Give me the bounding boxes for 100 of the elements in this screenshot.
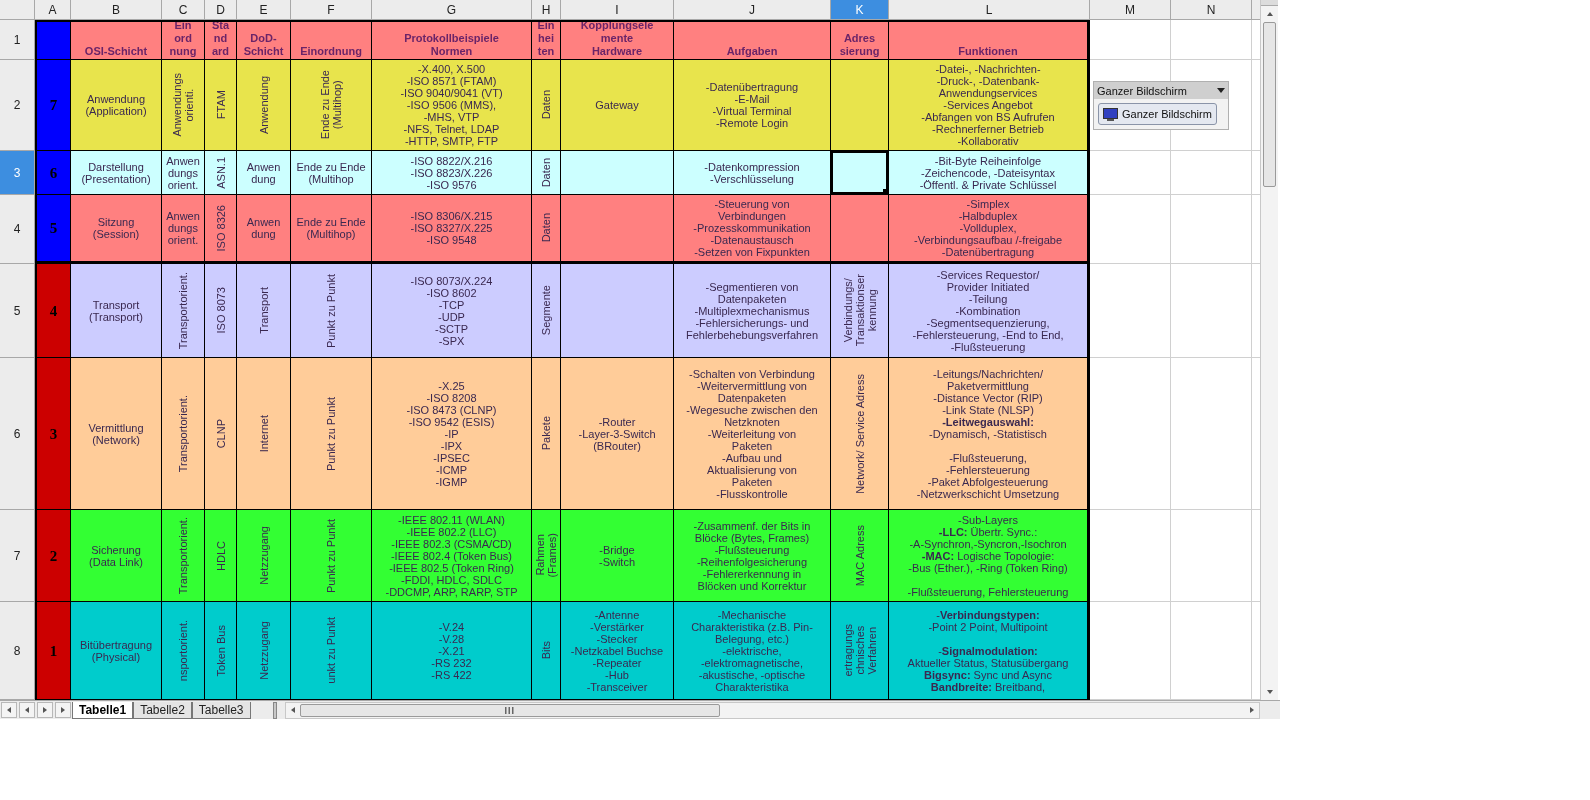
table-cell: Kopplungsele mente Hardware: [561, 20, 674, 60]
sheet-tab[interactable]: Tabelle1: [72, 702, 134, 719]
sheet-nav-button[interactable]: [1, 702, 17, 718]
caret-icon[interactable]: [1217, 88, 1225, 93]
table-cell: -Leitungs/Nachrichten/ Paketvermittlung -Distance Vector (RIP) -Link State (NLSP) -Leitwegauswahl: -Dynamisch, -Statistisch -Flußsteuerung, -Fehlersteuerung -Paket Abfolgesteuerung -Netzwerkschicht Umsetzung: [889, 358, 1090, 510]
table-cell: -Mechanische Charakteristika (z.B. Pin- Belegung, etc.) -elektrische, -elektromagnetische, -akustische, -optische Charakteristika: [674, 602, 831, 700]
table-cell: Gateway: [561, 60, 674, 151]
sheet-tab[interactable]: Tabelle3: [191, 702, 251, 719]
row-header[interactable]: 7: [0, 510, 35, 602]
column-header[interactable]: H: [532, 0, 561, 20]
toolbar-title: Ganzer Bildschirm: [1097, 84, 1187, 97]
table-cell: Adres sierung: [831, 20, 889, 60]
table-cell: Sta nd ard: [205, 20, 237, 60]
scroll-thumb[interactable]: [1263, 22, 1276, 187]
table-cell: -Schalten von Verbindung -Weitervermittlung von Datenpaketen -Wegesuche zwischen den Netzknoten -Weiterleitung von Paketen -Aufbau und Aktualisierung von Paketen -Flusskontrolle: [674, 358, 831, 510]
table-cell: Funktionen: [889, 20, 1090, 60]
table-cell: nsportorient.: [162, 602, 205, 700]
column-header[interactable]: G: [372, 0, 532, 20]
table-cell: Rahmen (Frames): [532, 510, 561, 602]
table-cell: -Sub-Layers -LLC: Übertr. Sync.: -A-Synchron,-Syncron,-Isochron -MAC: Logische Topologie: -Bus (Ether.), -Ring (Token Ring) -Flußsteuerung, Fehlersteuerung: [889, 510, 1090, 602]
table-cell: ertragungs chnisches Verfahren: [831, 602, 889, 700]
sheet-tab[interactable]: Tabelle2: [133, 702, 192, 719]
table-cell: ASN.1: [205, 151, 237, 195]
table-cell: -Simplex -Halbduplex -Vollduplex, -Verbindungsaufbau /-freigabe -Datenübertragung: [889, 195, 1090, 264]
vertical-scrollbar[interactable]: [1260, 0, 1278, 700]
table-cell: Protokollbeispiele Normen: [372, 20, 532, 60]
table-cell: -Datenübertragung -E-Mail -Virtual Terminal -Remote Login: [674, 60, 831, 151]
column-header[interactable]: F: [291, 0, 372, 20]
row-header[interactable]: 1: [0, 20, 35, 60]
corner-cell[interactable]: [0, 0, 35, 20]
table-cell: -X.400, X.500 -ISO 8571 (FTAM) -ISO 9040/9041 (VT) -ISO 9506 (MMS), -MHS, VTP -NFS, Telnet, LDAP -HTTP, SMTP, FTP: [372, 60, 532, 151]
horizontal-scrollbar[interactable]: [284, 701, 1260, 719]
table-cell: Vermittlung (Network): [71, 358, 162, 510]
table-cell: Daten: [532, 151, 561, 195]
right-arrow-icon: [59, 706, 67, 714]
scroll-thumb[interactable]: [299, 703, 720, 717]
table-cell: FTAM: [205, 60, 237, 151]
table-cell: Transportorient.: [162, 264, 205, 358]
table-cell: unkt zu Punkt: [291, 602, 372, 700]
table-cell: -Zusammenf. der Bits in Blöcke (Bytes, Frames) -Flußsteuerung -Reihenfolgesicherung -Fehlererkennung in Blöcken und Korrektur: [674, 510, 831, 602]
column-header[interactable]: I: [561, 0, 674, 20]
table-cell: Ende zu Ende (Multihop): [291, 60, 372, 151]
table-cell: Verbindungs/ Transaktionser kennung: [831, 264, 889, 358]
table-cell: -Services Requestor/ Provider Initiated -Teilung -Kombination -Segmentsequenzierung, -Fehlersteuerung, -End to End, -Flußsteuerung: [889, 264, 1090, 358]
table-cell: ISO 8073: [205, 264, 237, 358]
table-cell: Anwendung: [237, 60, 291, 151]
column-header[interactable]: A: [35, 0, 71, 20]
row-header[interactable]: 8: [0, 602, 35, 700]
layer-cell: 3: [35, 358, 71, 510]
row-header[interactable]: 5: [0, 264, 35, 358]
right-arrow-icon: [1247, 706, 1256, 714]
table-cell: CLNP: [205, 358, 237, 510]
table-cell: Ein ord nung: [162, 20, 205, 60]
table-cell: Daten: [532, 60, 561, 151]
table-cell: Sitzung (Session): [71, 195, 162, 264]
table-cell: -Verbindungstypen: -Point 2 Point, Multipoint -Signalmodulation: Aktueller Status, Statusübergang Bigsync: Sync und Async Bandbreite: Breitband,: [889, 602, 1090, 700]
table-cell: -IEEE 802.11 (WLAN) -IEEE 802.2 (LLC) -IEEE 802.3 (CSMA/CD) -IEEE 802.4 (Token Bus) -IEEE 802.5 (Token Ring) -FDDI, HDLC, SDLC -DDCMP, ARP, RARP, STP: [372, 510, 532, 602]
table-cell: Internet: [237, 358, 291, 510]
row-header[interactable]: 4: [0, 195, 35, 264]
row-header[interactable]: 6: [0, 358, 35, 510]
table-cell: DoD- Schicht: [237, 20, 291, 60]
table-cell: -V.24 -V.28 -X.21 -RS 232 -RS 422: [372, 602, 532, 700]
column-header[interactable]: J: [674, 0, 831, 20]
layer-cell: 5: [35, 195, 71, 264]
column-header[interactable]: M: [1090, 0, 1171, 20]
table-cell: ISO 8326: [205, 195, 237, 264]
row-header[interactable]: 2: [0, 60, 35, 151]
table-cell: -Bit-Byte Reiheinfolge -Zeichencode, -Dateisyntax -Öffentl. & Private Schlüssel: [889, 151, 1090, 195]
table-cell: -Steuerung von Verbindungen -Prozesskommunikation -Datenaustausch -Setzen von Fixpunkten: [674, 195, 831, 264]
left-arrow-icon: [5, 706, 13, 714]
column-header[interactable]: L: [889, 0, 1090, 20]
table-cell: -ISO 8306/X.215 -ISO 8327/X.225 -ISO 9548: [372, 195, 532, 264]
fill-handle[interactable]: [883, 189, 888, 194]
sheet-nav-button[interactable]: [55, 702, 71, 718]
table-cell: Transportorient.: [162, 510, 205, 602]
table-cell: Anwen dungs orient.: [162, 151, 205, 195]
column-header[interactable]: N: [1171, 0, 1252, 20]
column-header[interactable]: E: [237, 0, 291, 20]
table-cell: OSI-Schicht: [71, 20, 162, 60]
sheet-nav-button[interactable]: [19, 702, 35, 718]
table-cell: Punkt zu Punkt: [291, 510, 372, 602]
column-header[interactable]: D: [205, 0, 237, 20]
table-cell: Punkt zu Punkt: [291, 358, 372, 510]
table-cell: -Router -Layer-3-Switch (BRouter): [561, 358, 674, 510]
table-cell: -X.25 -ISO 8208 -ISO 8473 (CLNP) -ISO 9542 (ESIS) -IP -IPX -IPSEC -ICMP -IGMP: [372, 358, 532, 510]
table-cell: Token Bus: [205, 602, 237, 700]
sheet-nav-button[interactable]: [37, 702, 53, 718]
table-cell: HDLC: [205, 510, 237, 602]
table-cell: Darstellung (Presentation): [71, 151, 162, 195]
layer-cell: 2: [35, 510, 71, 602]
table-cell: Aufgaben: [674, 20, 831, 60]
grip-icon: [505, 706, 515, 714]
table-cell: -Segmentieren von Datenpaketen -Multiplexmechanismus -Fehlersicherungs- und Fehlerbehebungsverfahren: [674, 264, 831, 358]
table-cell: Ein hei ten: [532, 20, 561, 60]
full-screen-button[interactable]: Ganzer Bildschirm: [1098, 103, 1217, 125]
column-header[interactable]: C: [162, 0, 205, 20]
up-arrow-icon: [1265, 10, 1274, 18]
table-cell: MAC Adress: [831, 510, 889, 602]
table-cell: Ende zu Ende (Multihop): [291, 195, 372, 264]
column-header[interactable]: B: [71, 0, 162, 20]
